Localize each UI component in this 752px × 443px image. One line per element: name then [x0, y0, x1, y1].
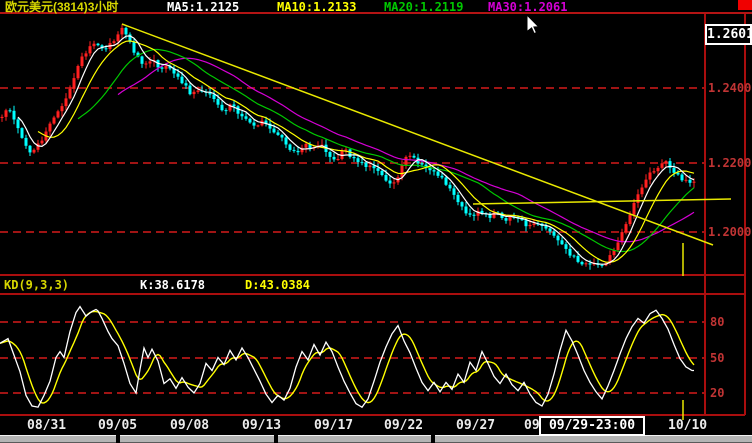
ma5-label: MA5:1.2125: [167, 0, 240, 14]
symbol-title: 欧元美元(3814)3小时: [5, 0, 119, 14]
x-label-1010: 10/10: [668, 418, 708, 433]
x-label-0908: 09/08: [170, 418, 210, 433]
moving-averages-layer: [17, 35, 695, 265]
top-right-marker: [738, 0, 752, 10]
price-readout: 1.2601: [705, 24, 752, 45]
price-label-12200: 1.2200: [708, 156, 752, 170]
status-panel-1: [0, 435, 116, 443]
status-panel-4: [435, 435, 752, 443]
kd-label-50: 50: [710, 351, 725, 365]
status-panel-2: [120, 435, 274, 443]
ma30-label: MA30:1.2061: [488, 0, 568, 14]
gridlines: [0, 87, 705, 394]
x-label-0905: 09/05: [98, 418, 138, 433]
date-readout: 09/29-23:00: [539, 416, 645, 436]
chart-canvas[interactable]: [0, 0, 752, 443]
x-label-0927: 09/27: [456, 418, 496, 433]
kd-d-value: D:43.0384: [245, 278, 311, 292]
x-label-0831: 08/31: [27, 418, 67, 433]
chart-header-bar: 欧元美元(3814)3小时 MA5:1.2125 MA10:1.2133 MA2…: [0, 0, 752, 14]
trendlines-layer[interactable]: [121, 23, 732, 420]
status-bar: [0, 435, 752, 443]
x-label-0917: 09/17: [314, 418, 354, 433]
kd-header-bar: KD(9,3,3) K:38.6178 D:43.0384: [0, 277, 704, 293]
kd-label-20: 20: [710, 386, 725, 400]
ma20-label: MA20:1.2119: [384, 0, 464, 14]
kd-label-80: 80: [710, 315, 725, 329]
kd-title: KD(9,3,3): [4, 278, 70, 292]
trading-terminal-window: 欧元美元(3814)3小时 MA5:1.2125 MA10:1.2133 MA2…: [0, 0, 752, 443]
ma10-label: MA10:1.2133: [277, 0, 357, 14]
kd-k-value: K:38.6178: [140, 278, 206, 292]
price-label-12000: 1.2000: [708, 225, 752, 239]
x-label-0913: 09/13: [242, 418, 282, 433]
mouse-cursor: [526, 13, 540, 35]
x-label-0922: 09/22: [384, 418, 424, 433]
status-panel-3: [278, 435, 431, 443]
price-label-12400: 1.2400: [708, 81, 752, 95]
